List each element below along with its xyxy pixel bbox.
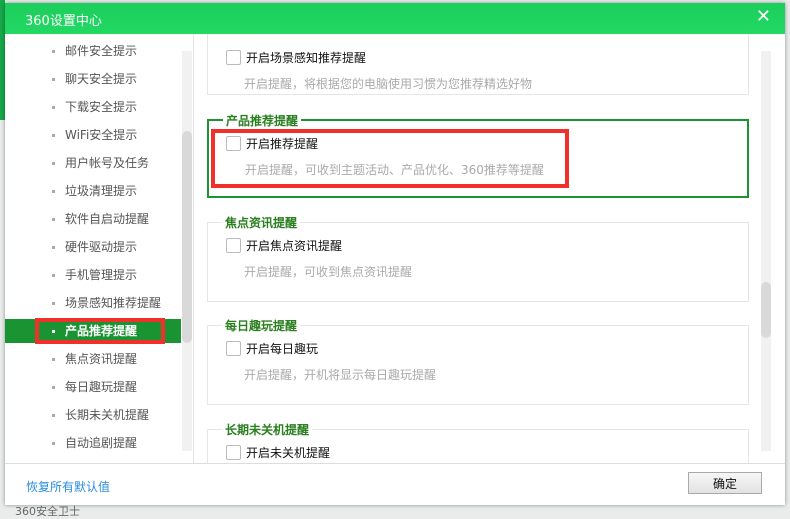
sidebar-item[interactable]: 场景感知推荐提醒 bbox=[5, 291, 181, 315]
checkbox-label: 开启推荐提醒 bbox=[246, 137, 319, 151]
checkbox[interactable] bbox=[226, 136, 241, 151]
sidebar-item[interactable]: 下载安全提示 bbox=[5, 95, 181, 119]
checkbox[interactable] bbox=[226, 445, 241, 460]
checkbox[interactable] bbox=[226, 341, 241, 356]
settings-group: 产品推荐提醒开启推荐提醒开启提醒，可收到主题活动、产品优化、360推荐等提醒 bbox=[207, 112, 749, 198]
title-bar: 360设置中心 ✕ bbox=[5, 3, 785, 34]
checkbox-label: 开启未关机提醒 bbox=[246, 446, 331, 460]
option-description: 开启提醒，可收到焦点资讯提醒 bbox=[244, 265, 413, 279]
settings-group: 焦点资讯提醒开启焦点资讯提醒开启提醒，可收到焦点资讯提醒 bbox=[207, 214, 749, 302]
restore-defaults-link[interactable]: 恢复所有默认值 bbox=[26, 478, 110, 495]
settings-group: 每日趣玩提醒开启每日趣玩开启提醒，开机将显示每日趣玩提醒 bbox=[207, 317, 749, 405]
group-title: 焦点资讯提醒 bbox=[222, 214, 301, 231]
option-description: 开启提醒，将根据您的电脑使用习惯为您推荐精选好物 bbox=[244, 77, 533, 91]
close-icon[interactable]: ✕ bbox=[756, 6, 771, 27]
content-panel: 开启场景感知推荐提醒开启提醒，将根据您的电脑使用习惯为您推荐精选好物产品推荐提醒… bbox=[194, 34, 785, 463]
settings-dialog: 360设置中心 ✕ 邮件安全提示 聊天安全提示 下载安全提示 WiFi安全提示 用户帐号… bbox=[5, 3, 785, 505]
content-scrollbar[interactable] bbox=[761, 51, 771, 451]
settings-group: 长期未关机提醒开启未关机提醒 bbox=[207, 421, 749, 463]
checkbox[interactable] bbox=[226, 238, 241, 253]
ok-button[interactable]: 确定 bbox=[688, 472, 762, 494]
sidebar-item[interactable]: 产品推荐提醒 bbox=[5, 319, 181, 343]
sidebar-item[interactable]: 垃圾清理提示 bbox=[5, 179, 181, 203]
sidebar-item[interactable]: 每日趣玩提醒 bbox=[5, 375, 181, 399]
sidebar-item[interactable]: 用户帐号及任务 bbox=[5, 151, 181, 175]
sidebar-item[interactable]: 焦点资讯提醒 bbox=[5, 347, 181, 371]
sidebar-item[interactable]: 软件自启动提醒 bbox=[5, 207, 181, 231]
sidebar-item[interactable]: 硬件驱动提示 bbox=[5, 235, 181, 259]
checkbox-label: 开启每日趣玩 bbox=[246, 342, 319, 356]
sidebar-item[interactable]: 自动追剧提醒 bbox=[5, 431, 181, 455]
sidebar-item[interactable]: 手机管理提示 bbox=[5, 263, 181, 287]
group-title: 每日趣玩提醒 bbox=[222, 317, 301, 334]
footer-divider bbox=[5, 463, 785, 464]
option-checkbox-row[interactable]: 开启推荐提醒 bbox=[226, 135, 318, 152]
option-checkbox-row[interactable]: 开启未关机提醒 bbox=[226, 444, 330, 461]
sidebar-item[interactable]: 邮件安全提示 bbox=[5, 39, 181, 63]
sidebar-item[interactable]: WiFi安全提示 bbox=[5, 123, 181, 147]
sidebar: 邮件安全提示 聊天安全提示 下载安全提示 WiFi安全提示 用户帐号及任务 垃圾清理提示软… bbox=[5, 34, 193, 463]
settings-group: 开启场景感知推荐提醒开启提醒，将根据您的电脑使用习惯为您推荐精选好物 bbox=[207, 34, 749, 95]
group-title: 产品推荐提醒 bbox=[223, 112, 302, 129]
background-text: 360安全卫士 bbox=[15, 505, 80, 518]
sidebar-item[interactable]: 长期未关机提醒 bbox=[5, 403, 181, 427]
sidebar-scrollbar[interactable] bbox=[182, 51, 192, 451]
option-description: 开启提醒，可收到主题活动、产品优化、360推荐等提醒 bbox=[245, 163, 544, 177]
checkbox-label: 开启场景感知推荐提醒 bbox=[246, 51, 367, 65]
checkbox-label: 开启焦点资讯提醒 bbox=[246, 239, 343, 253]
option-description: 开启提醒，开机将显示每日趣玩提醒 bbox=[244, 368, 437, 382]
option-checkbox-row[interactable]: 开启焦点资讯提醒 bbox=[226, 237, 342, 254]
sidebar-item[interactable]: 聊天安全提示 bbox=[5, 67, 181, 91]
window-title: 360设置中心 bbox=[25, 14, 102, 29]
checkbox[interactable] bbox=[226, 50, 241, 65]
sidebar-scroll-thumb[interactable] bbox=[182, 131, 192, 343]
option-checkbox-row[interactable]: 开启每日趣玩 bbox=[226, 340, 318, 357]
option-checkbox-row[interactable]: 开启场景感知推荐提醒 bbox=[226, 49, 366, 66]
group-title: 长期未关机提醒 bbox=[222, 421, 313, 438]
content-scroll-thumb[interactable] bbox=[761, 282, 771, 338]
